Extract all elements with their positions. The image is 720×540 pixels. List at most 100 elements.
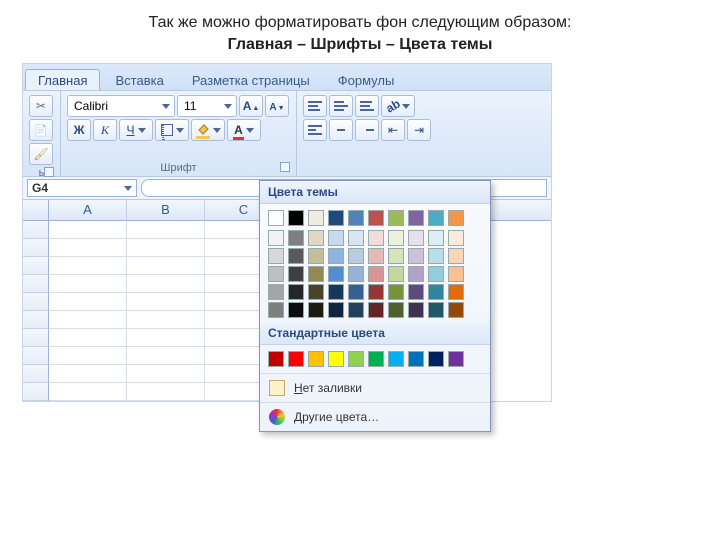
cut-button[interactable] [29, 95, 53, 117]
tab-page-layout[interactable]: Разметка страницы [179, 69, 323, 90]
color-swatch[interactable] [308, 210, 324, 226]
color-swatch[interactable] [388, 351, 404, 367]
font-color-button[interactable]: A [227, 119, 261, 141]
decrease-indent-button[interactable]: ⇤ [381, 119, 405, 141]
color-swatch[interactable] [328, 248, 344, 264]
color-swatch[interactable] [388, 248, 404, 264]
cell[interactable] [127, 311, 205, 329]
color-swatch[interactable] [368, 351, 384, 367]
cell[interactable] [127, 257, 205, 275]
color-swatch[interactable] [348, 230, 364, 246]
bold-button[interactable]: Ж [67, 119, 91, 141]
color-swatch[interactable] [268, 266, 284, 282]
color-swatch[interactable] [328, 351, 344, 367]
cell[interactable] [127, 293, 205, 311]
cell[interactable] [49, 383, 127, 401]
color-swatch[interactable] [408, 351, 424, 367]
color-swatch[interactable] [348, 284, 364, 300]
color-swatch[interactable] [268, 210, 284, 226]
column-header[interactable]: B [127, 200, 205, 220]
color-swatch[interactable] [448, 248, 464, 264]
color-swatch[interactable] [448, 230, 464, 246]
color-swatch[interactable] [388, 284, 404, 300]
color-swatch[interactable] [408, 266, 424, 282]
tab-home[interactable]: Главная [25, 69, 100, 90]
color-swatch[interactable] [348, 248, 364, 264]
tab-formulas[interactable]: Формулы [325, 69, 408, 90]
color-swatch[interactable] [368, 284, 384, 300]
row-header[interactable] [23, 239, 49, 257]
color-swatch[interactable] [328, 284, 344, 300]
align-top-button[interactable] [303, 95, 327, 117]
color-swatch[interactable] [388, 302, 404, 318]
fill-color-button[interactable] [191, 119, 225, 141]
color-swatch[interactable] [348, 302, 364, 318]
row-header[interactable] [23, 257, 49, 275]
color-swatch[interactable] [308, 248, 324, 264]
color-swatch[interactable] [268, 230, 284, 246]
color-swatch[interactable] [388, 210, 404, 226]
color-swatch[interactable] [448, 266, 464, 282]
align-middle-button[interactable] [329, 95, 353, 117]
font-name-input[interactable] [72, 98, 156, 114]
cell[interactable] [127, 275, 205, 293]
color-swatch[interactable] [448, 284, 464, 300]
more-colors-item[interactable]: Другие цвета… [260, 402, 490, 431]
color-swatch[interactable] [368, 210, 384, 226]
color-swatch[interactable] [308, 230, 324, 246]
color-swatch[interactable] [428, 210, 444, 226]
color-swatch[interactable] [428, 302, 444, 318]
color-swatch[interactable] [288, 210, 304, 226]
cell[interactable] [127, 221, 205, 239]
align-center-button[interactable] [329, 119, 353, 141]
row-header[interactable] [23, 221, 49, 239]
color-swatch[interactable] [288, 248, 304, 264]
font-size-input[interactable] [182, 98, 218, 114]
color-swatch[interactable] [428, 230, 444, 246]
color-swatch[interactable] [288, 351, 304, 367]
row-header[interactable] [23, 365, 49, 383]
color-swatch[interactable] [428, 284, 444, 300]
color-swatch[interactable] [348, 210, 364, 226]
select-all-corner[interactable] [23, 200, 49, 220]
color-swatch[interactable] [288, 302, 304, 318]
cell[interactable] [127, 347, 205, 365]
cell[interactable] [49, 329, 127, 347]
color-swatch[interactable] [368, 230, 384, 246]
cell[interactable] [49, 365, 127, 383]
color-swatch[interactable] [268, 302, 284, 318]
cell[interactable] [49, 239, 127, 257]
font-size-combo[interactable] [177, 95, 237, 117]
borders-button[interactable] [155, 119, 189, 141]
color-swatch[interactable] [308, 351, 324, 367]
color-swatch[interactable] [348, 266, 364, 282]
cell[interactable] [127, 365, 205, 383]
color-swatch[interactable] [408, 210, 424, 226]
color-swatch[interactable] [308, 266, 324, 282]
row-header[interactable] [23, 329, 49, 347]
color-swatch[interactable] [268, 284, 284, 300]
color-swatch[interactable] [448, 351, 464, 367]
color-swatch[interactable] [288, 230, 304, 246]
row-header[interactable] [23, 293, 49, 311]
row-header[interactable] [23, 311, 49, 329]
font-dialog-launcher[interactable] [280, 162, 290, 172]
color-swatch[interactable] [308, 284, 324, 300]
color-swatch[interactable] [408, 248, 424, 264]
color-swatch[interactable] [388, 230, 404, 246]
color-swatch[interactable] [408, 284, 424, 300]
cell[interactable] [49, 257, 127, 275]
row-header[interactable] [23, 275, 49, 293]
cell[interactable] [49, 347, 127, 365]
row-header[interactable] [23, 383, 49, 401]
color-swatch[interactable] [328, 302, 344, 318]
color-swatch[interactable] [368, 248, 384, 264]
increase-font-button[interactable] [239, 95, 263, 117]
color-swatch[interactable] [288, 266, 304, 282]
align-bottom-button[interactable] [355, 95, 379, 117]
color-swatch[interactable] [408, 230, 424, 246]
cell[interactable] [49, 221, 127, 239]
color-swatch[interactable] [308, 302, 324, 318]
color-swatch[interactable] [448, 210, 464, 226]
align-left-button[interactable] [303, 119, 327, 141]
